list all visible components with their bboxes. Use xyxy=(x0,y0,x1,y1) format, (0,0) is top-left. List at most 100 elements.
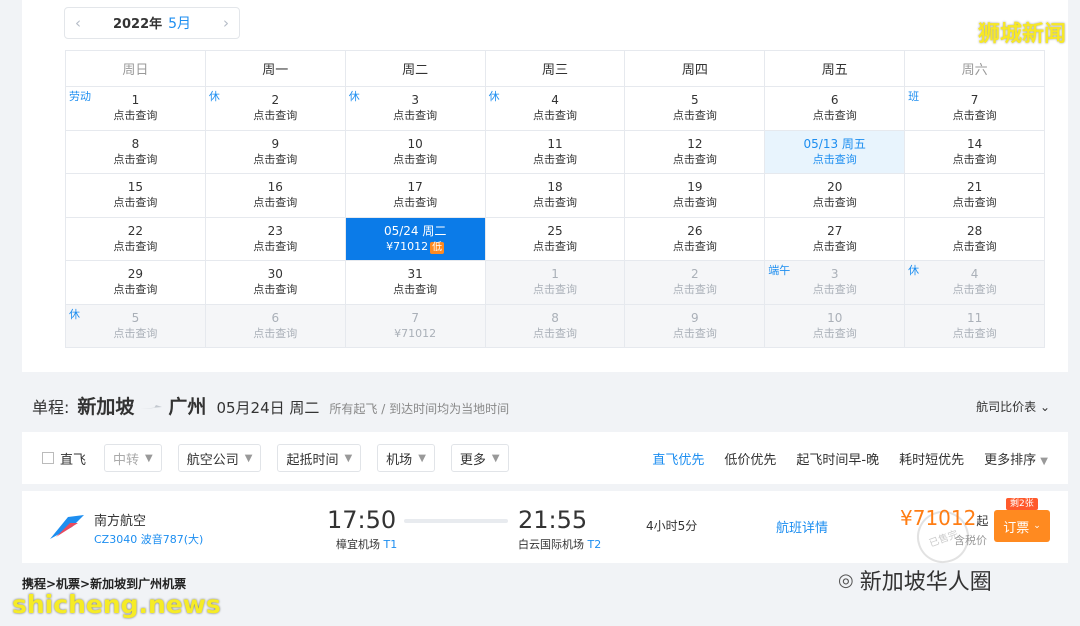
day-number: 25 xyxy=(547,223,563,238)
calendar-day-cell[interactable]: 16 点击查询 xyxy=(205,174,346,218)
calendar-day-cell[interactable]: 6 点击查询 xyxy=(765,87,906,131)
day-subtext: 点击查询 xyxy=(113,326,158,340)
transfer-dropdown[interactable]: 中转 ▼ xyxy=(104,444,162,472)
calendar-day-cell[interactable]: 8 点击查询 xyxy=(66,130,206,174)
calendar-day-cell[interactable]: 休 5 点击查询 xyxy=(66,304,206,348)
airline-dropdown[interactable]: 航空公司 ▼ xyxy=(177,444,262,472)
calendar-day-cell[interactable]: 31 点击查询 xyxy=(345,261,486,305)
day-subtext: 点击查询 xyxy=(533,196,577,210)
calendar-day-cell[interactable]: 9 点击查询 xyxy=(625,304,766,348)
calendar-day-cell[interactable]: 21 点击查询 xyxy=(905,174,1046,218)
calendar-day-cell[interactable]: 15 点击查询 xyxy=(66,174,206,218)
day-subtext-wrap: 点击查询 xyxy=(673,152,717,167)
day-subtext-wrap: 点击查询 xyxy=(953,282,997,297)
calendar-day-cell[interactable]: 29 点击查询 xyxy=(66,261,206,305)
day-subtext-wrap: 点击查询 xyxy=(533,108,577,123)
tickets-left-badge: 剩2张 xyxy=(1006,498,1038,510)
airport-dropdown[interactable]: 机场 ▼ xyxy=(377,444,435,472)
calendar-day-cell[interactable]: 12 点击查询 xyxy=(625,130,766,174)
arrival-airport: 白云国际机场 T2 xyxy=(518,536,601,552)
day-subtext: 点击查询 xyxy=(672,152,717,166)
day-number: 10 xyxy=(827,310,843,325)
day-subtext: 点击查询 xyxy=(672,109,717,123)
day-subtext: 点击查询 xyxy=(952,196,997,210)
chevron-down-icon: ▼ xyxy=(1040,455,1048,467)
calendar-day-cell[interactable]: 1 点击查询 xyxy=(485,261,626,305)
transfer-label: 中转 xyxy=(113,452,140,468)
calendar-day-cell[interactable]: 11 点击查询 xyxy=(485,130,626,174)
flight-number-line[interactable]: CZ3040 波音787(大) xyxy=(94,531,203,547)
day-number: 4 xyxy=(970,267,979,282)
chevron-down-icon: ▼ xyxy=(491,452,500,464)
calendar-day-cell[interactable]: 8 点击查询 xyxy=(485,304,626,348)
arrival-terminal: T2 xyxy=(587,538,602,551)
trip-date: 05月24日 周二 xyxy=(216,399,320,417)
calendar-day-cell[interactable]: 11 点击查询 xyxy=(905,304,1046,348)
day-subtext-wrap: ¥71012 xyxy=(394,326,436,341)
calendar-day-cell[interactable]: 22 点击查询 xyxy=(66,217,206,261)
calendar-day-cell[interactable]: 28 点击查询 xyxy=(905,217,1046,261)
calendar-day-cell[interactable]: 17 点击查询 xyxy=(345,174,486,218)
day-subtext: 点击查询 xyxy=(253,239,298,253)
calendar-day-cell[interactable]: 19 点击查询 xyxy=(625,174,766,218)
day-number: 20 xyxy=(827,180,843,195)
sort-low-price[interactable]: 低价优先 xyxy=(724,449,776,468)
month-label[interactable]: 5月 xyxy=(168,16,191,32)
calendar-day-cell[interactable]: 27 点击查询 xyxy=(765,217,906,261)
airline-compare-link[interactable]: 航司比价表 ⌄ xyxy=(976,398,1050,415)
day-number: 17 xyxy=(407,180,423,195)
day-number: 7 xyxy=(970,93,979,108)
flight-details-link[interactable]: 航班详情 xyxy=(776,517,828,536)
day-number: 31 xyxy=(407,267,423,282)
day-subtext: 点击查询 xyxy=(533,109,577,123)
trip-type-label: 单程: xyxy=(32,398,70,417)
flight-number: CZ3040 xyxy=(94,533,138,546)
book-button[interactable]: 订票 ⌄ xyxy=(994,510,1050,542)
day-number: 10 xyxy=(407,136,423,151)
next-month-arrow-icon[interactable]: › xyxy=(223,14,229,32)
calendar-day-cell[interactable]: 7 ¥71012 xyxy=(345,304,486,348)
calendar-day-cell[interactable]: 9 点击查询 xyxy=(205,130,346,174)
more-dropdown[interactable]: 更多 ▼ xyxy=(450,444,509,472)
day-number: 11 xyxy=(966,310,983,325)
sort-depart-time[interactable]: 起飞时间早-晚 xyxy=(796,449,879,468)
month-navigator: ‹ 2022年 5月 › xyxy=(64,7,240,39)
sort-direct-first[interactable]: 直飞优先 xyxy=(652,449,704,468)
calendar-day-cell[interactable]: 10 点击查询 xyxy=(765,304,906,348)
sort-more[interactable]: 更多排序 ▼ xyxy=(984,449,1048,468)
calendar-day-cell[interactable]: 14 点击查询 xyxy=(905,130,1046,174)
calendar-day-cell[interactable]: 休 4 点击查询 xyxy=(905,261,1046,305)
calendar-day-cell[interactable]: 26 点击查询 xyxy=(625,217,766,261)
calendar-day-cell[interactable]: 18 点击查询 xyxy=(485,174,626,218)
day-subtext: 点击查询 xyxy=(672,196,717,210)
calendar-day-cell[interactable]: 休 4 点击查询 xyxy=(485,87,626,131)
calendar-day-cell[interactable]: 休 3 点击查询 xyxy=(345,87,486,131)
day-number: 8 xyxy=(131,136,140,151)
calendar-day-cell[interactable]: 5 点击查询 xyxy=(625,87,766,131)
calendar-day-cell[interactable]: 6 点击查询 xyxy=(205,304,346,348)
calendar-panel: ‹ 2022年 5月 › 周日 周一 周二 周三 周四 周五 周六 劳动 1 点击查询休 2 点击查询… xyxy=(22,0,1068,372)
calendar-day-cell[interactable]: 25 点击查询 xyxy=(485,217,626,261)
calendar-day-cell[interactable]: 23 点击查询 xyxy=(205,217,346,261)
day-subtext-wrap: 点击查询 xyxy=(813,239,857,254)
calendar-day-cell[interactable]: 班 7 点击查询 xyxy=(905,87,1046,131)
calendar-day-cell[interactable]: 10 点击查询 xyxy=(345,130,486,174)
calendar-day-cell[interactable]: 05/24 周二 ¥71012 低 xyxy=(345,217,486,261)
price-suffix: 起 xyxy=(976,514,989,528)
airline-filter-label: 航空公司 xyxy=(186,452,239,468)
calendar-day-cell[interactable]: 05/13 周五 点击查询 xyxy=(765,130,906,174)
holiday-tag: 休 xyxy=(488,90,500,103)
calendar-day-cell[interactable]: 劳动 1 点击查询 xyxy=(66,87,206,131)
calendar-week-row: 15 点击查询 16 点击查询 17 点击查询 18 点击查询 19 点击查询 20 点击查询 21 点击… xyxy=(66,174,1046,218)
calendar-day-cell[interactable]: 30 点击查询 xyxy=(205,261,346,305)
day-subtext: 点击查询 xyxy=(113,283,158,297)
calendar-day-cell[interactable]: 休 2 点击查询 xyxy=(205,87,346,131)
prev-month-arrow-icon[interactable]: ‹ xyxy=(75,14,81,32)
calendar-day-cell[interactable]: 端午 3 点击查询 xyxy=(765,261,906,305)
sort-shortest[interactable]: 耗时短优先 xyxy=(899,449,964,468)
direct-checkbox[interactable]: 直飞 xyxy=(42,449,86,468)
day-number: 1 xyxy=(551,267,559,282)
calendar-day-cell[interactable]: 20 点击查询 xyxy=(765,174,906,218)
calendar-day-cell[interactable]: 2 点击查询 xyxy=(625,261,766,305)
time-dropdown[interactable]: 起抵时间 ▼ xyxy=(277,444,362,472)
